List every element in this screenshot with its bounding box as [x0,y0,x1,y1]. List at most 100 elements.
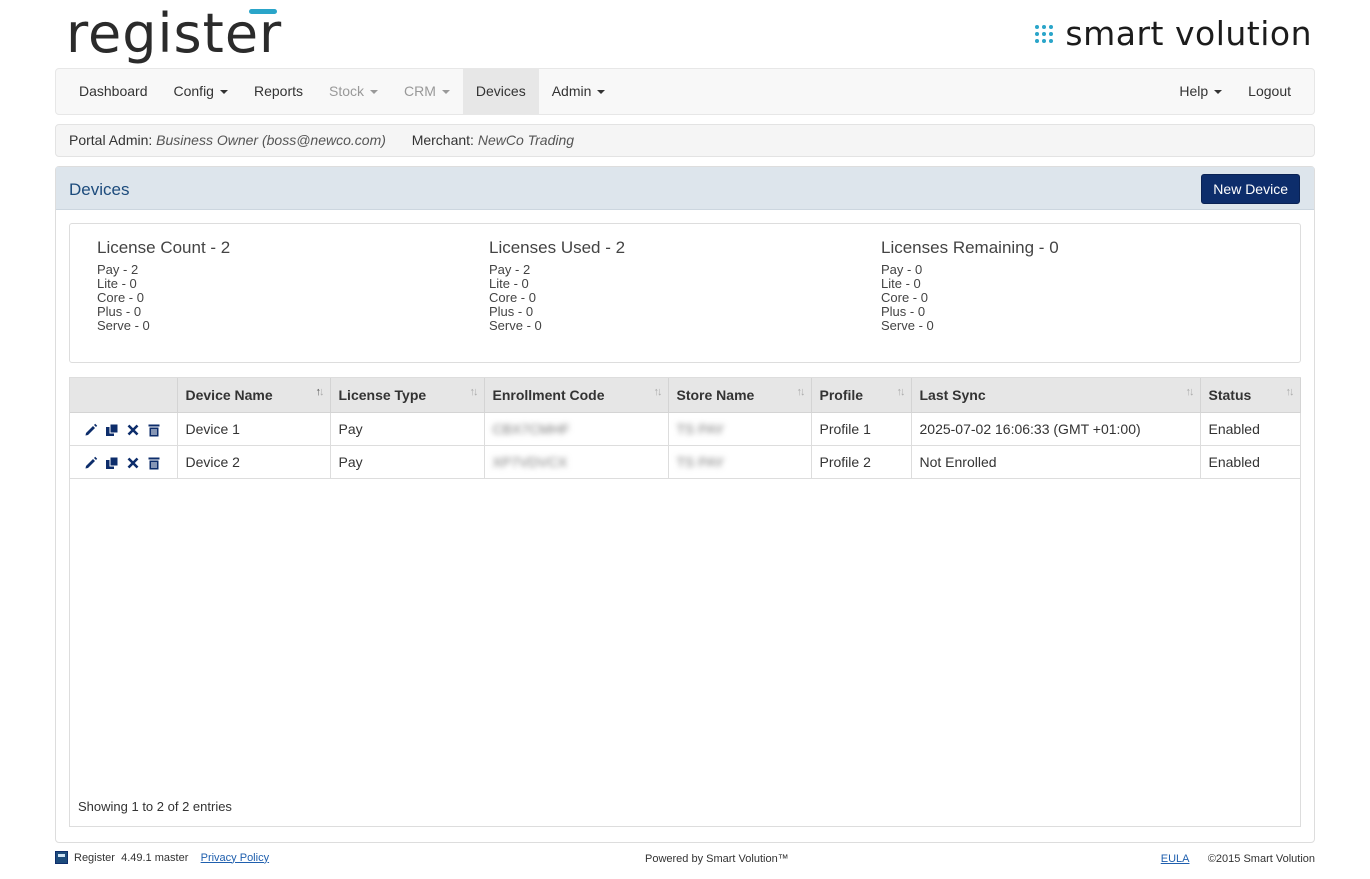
eula-link[interactable]: EULA [1161,853,1190,865]
cell-store-name: TS PAY [668,445,812,479]
license-count-row: Pay - 2 [97,262,139,277]
licenses-remaining-row: Plus - 0 [881,304,926,319]
cell-profile: Profile 2 [811,445,912,479]
cell-device-name: Device 2 [177,445,331,479]
sort-icon[interactable]: ↑↓ [1186,386,1195,398]
license-count-title: License Count - 2 [97,238,231,257]
column-header-label: Profile [819,386,864,403]
license-count-row: Core - 0 [97,290,144,305]
nav-devices[interactable]: Devices [462,69,539,114]
licenses-remaining-row: Pay - 0 [881,262,923,277]
sort-asc-icon[interactable]: ↑↓ [316,386,325,398]
page-title: Devices [69,180,130,199]
row-actions [70,445,178,479]
column-header-status[interactable]: Status ↑↓ [1200,378,1301,413]
licenses-used-row: Core - 0 [489,290,536,305]
main-navbar: Dashboard Config Reports Stock CRM Devic… [55,68,1315,115]
licenses-remaining-row: Serve - 0 [881,318,934,333]
header: register smart volution [0,0,1370,68]
smart-volution-dots-icon [1035,24,1054,43]
licenses-remaining-row: Core - 0 [881,290,928,305]
devices-table: Device Name ↑↓ License Type ↑↓ Enrollment … [70,378,1301,479]
cell-enrollment-code: XP7VDVCX [484,445,669,479]
cell-status: Enabled [1200,445,1301,479]
column-header-enrollment-code[interactable]: Enrollment Code ↑↓ [484,378,669,413]
column-header-device-name[interactable]: Device Name ↑↓ [177,378,331,413]
edit-pencil-icon[interactable] [84,456,98,470]
store-name-value: TS PAY [676,453,725,470]
copy-icon[interactable] [105,423,119,437]
nav-config[interactable]: Config [161,69,241,114]
nav-reports[interactable]: Reports [241,69,316,114]
sort-icon[interactable]: ↑↓ [1286,386,1295,398]
devices-panel: Devices New Device License Count - 2 Pay… [55,166,1315,843]
column-header-license-type[interactable]: License Type ↑↓ [330,378,485,413]
sort-icon[interactable]: ↑↓ [797,386,806,398]
column-header-label: Enrollment Code [492,386,605,403]
footer-powered-by: Powered by Smart Volution™ [645,853,789,865]
column-header-label: Last Sync [919,386,986,403]
licenses-remaining-title: Licenses Remaining - 0 [881,238,1059,257]
smart-volution-logo: smart volution [1035,14,1312,53]
nav-config-label: Config [173,83,214,99]
nav-help-label: Help [1179,83,1209,99]
nav-dashboard[interactable]: Dashboard [66,69,161,114]
nav-logout-label: Logout [1248,83,1291,99]
cell-enrollment-code: CBX7CMHF [484,412,669,446]
sort-icon[interactable]: ↑↓ [470,386,479,398]
cell-store-name: TS PAY [668,412,812,446]
nav-crm[interactable]: CRM [391,69,463,114]
caret-down-icon [219,90,228,95]
column-header-profile[interactable]: Profile ↑↓ [811,378,912,413]
nav-admin-label: Admin [551,83,592,99]
column-header-store-name[interactable]: Store Name ↑↓ [668,378,812,413]
edit-pencil-icon[interactable] [84,423,98,437]
sort-icon[interactable]: ↑↓ [897,386,906,398]
panel-heading: Devices New Device [56,167,1314,210]
licenses-remaining-column: Licenses Remaining - 0 Pay - 0 Lite - 0 … [881,238,1059,333]
footer: Register 4.49.1 master Privacy Policy Po… [55,851,1315,871]
enrollment-code-value: XP7VDVCX [492,453,568,470]
caret-down-icon [370,90,379,95]
trash-icon[interactable] [147,423,161,437]
merchant-label: Merchant: [411,132,474,148]
licenses-used-row: Plus - 0 [489,304,534,319]
footer-copyright: ©2015 Smart Volution [1207,853,1315,865]
privacy-policy-link[interactable]: Privacy Policy [201,852,269,864]
licenses-used-row: Pay - 2 [489,262,531,277]
sort-icon[interactable]: ↑↓ [654,386,663,398]
cell-license-type: Pay [330,412,485,446]
cell-status: Enabled [1200,412,1301,446]
devices-table-wrapper: Device Name ↑↓ License Type ↑↓ Enrollment … [69,377,1301,827]
nav-logout[interactable]: Logout [1235,69,1304,114]
table-info: Showing 1 to 2 of 2 entries [78,799,232,814]
merchant-value: NewCo Trading [477,132,575,148]
smart-volution-logo-text: smart volution [1065,14,1312,53]
cell-device-name: Device 1 [177,412,331,446]
column-header-label: Store Name [676,386,755,403]
nav-crm-label: CRM [404,83,436,99]
footer-app-name: Register [74,851,115,864]
licenses-used-column: Licenses Used - 2 Pay - 2 Lite - 0 Core … [489,238,625,333]
trash-icon[interactable] [147,456,161,470]
license-summary: License Count - 2 Pay - 2 Lite - 0 Core … [69,223,1301,363]
row-actions [70,412,178,446]
new-device-button[interactable]: New Device [1201,174,1300,204]
footer-version: 4.49.1 [121,851,152,864]
close-icon[interactable] [126,456,140,470]
copy-icon[interactable] [105,456,119,470]
table-header-row: Device Name ↑↓ License Type ↑↓ Enrollment … [70,378,1301,413]
column-header-label: License Type [338,386,427,403]
nav-help[interactable]: Help [1166,69,1235,114]
license-count-row: Lite - 0 [97,276,137,291]
nav-stock[interactable]: Stock [316,69,391,114]
nav-left: Dashboard Config Reports Stock CRM Devic… [66,69,618,114]
close-icon[interactable] [126,423,140,437]
footer-left: Register 4.49.1 master Privacy Policy [55,851,269,864]
column-header-last-sync[interactable]: Last Sync ↑↓ [911,378,1201,413]
caret-down-icon [1214,90,1223,95]
logo-accent-bar [249,9,277,14]
register-logo[interactable]: register [66,2,282,66]
nav-admin[interactable]: Admin [539,69,619,114]
footer-right: EULA ©2015 Smart Volution [1161,853,1315,865]
